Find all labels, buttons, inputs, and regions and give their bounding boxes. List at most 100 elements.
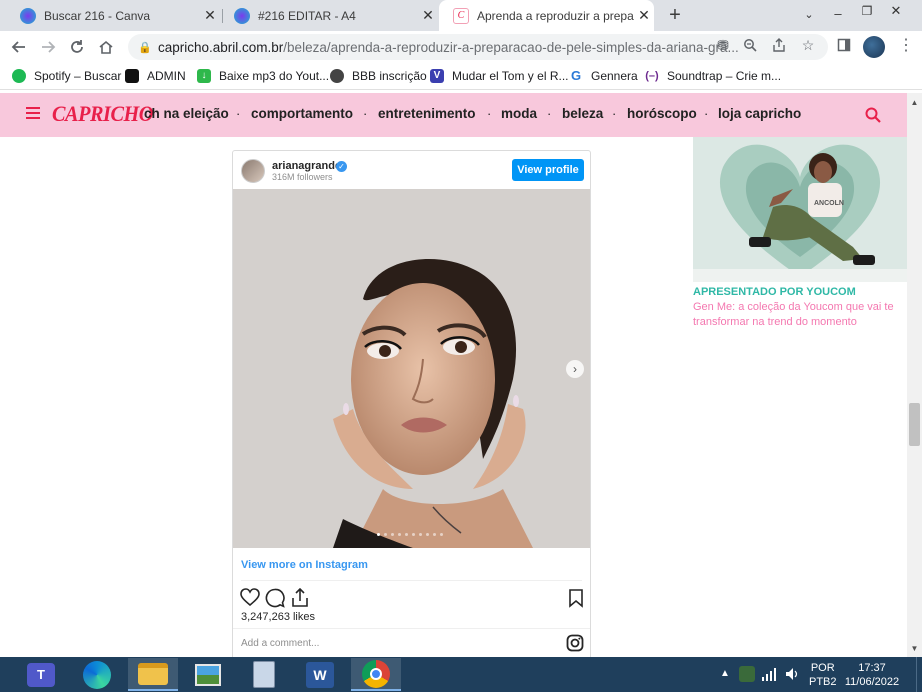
bookmark-label: BBB inscrição bbox=[352, 69, 427, 83]
bookmark-mp3[interactable]: ↓ Baixe mp3 do Yout... bbox=[197, 67, 329, 85]
forward-icon[interactable] bbox=[36, 35, 60, 59]
ad-sponsor[interactable]: APRESENTADO POR YOUCOM bbox=[693, 286, 856, 298]
chrome-icon[interactable] bbox=[351, 658, 401, 691]
tab-strip: Buscar 216 - Canva ✕ #216 EDITAR - A4 ✕ … bbox=[0, 0, 922, 31]
nav-loja-capricho[interactable]: loja capricho bbox=[718, 106, 801, 121]
cookie-blocked-icon[interactable]: ⛃ bbox=[712, 34, 734, 56]
tab-capricho-article[interactable]: C Aprenda a reproduzir a preparaç ✕ bbox=[439, 0, 654, 31]
close-icon[interactable]: ✕ bbox=[634, 7, 654, 24]
reload-icon[interactable] bbox=[65, 35, 89, 59]
heart-icon[interactable] bbox=[240, 588, 260, 608]
photos-icon[interactable] bbox=[183, 658, 233, 691]
bookmark-tom[interactable]: V Mudar el Tom y el R... bbox=[430, 67, 568, 85]
scroll-down-icon[interactable]: ▼ bbox=[907, 641, 922, 655]
capricho-logo[interactable]: CAPRICHO bbox=[52, 101, 153, 127]
bookmark-label: Spotify – Buscar bbox=[34, 69, 122, 83]
share-post-icon[interactable] bbox=[290, 587, 310, 608]
profile-avatar-icon[interactable] bbox=[863, 36, 885, 58]
close-icon[interactable]: ✕ bbox=[200, 7, 220, 24]
carousel-dot bbox=[398, 533, 401, 536]
bookmark-label: ADMIN bbox=[147, 69, 186, 83]
ad-title-link[interactable]: Gen Me: a coleção da Youcom que vai te t… bbox=[693, 300, 907, 330]
nav-moda[interactable]: moda bbox=[501, 106, 537, 121]
page-scrollbar[interactable]: ▲ ▼ bbox=[907, 93, 922, 657]
wifi-icon[interactable] bbox=[761, 666, 777, 685]
instagram-embed: arianagrande ✓ 316M followers View profi… bbox=[232, 150, 591, 657]
view-more-link[interactable]: View more on Instagram bbox=[241, 559, 368, 571]
nav-horoscopo[interactable]: horóscopo bbox=[627, 106, 697, 121]
nav-eleicao[interactable]: ch na eleição bbox=[144, 106, 229, 121]
lock-icon[interactable]: 🔒 bbox=[138, 41, 152, 54]
input-language[interactable]: POR PTB2 bbox=[809, 661, 837, 689]
share-icon[interactable] bbox=[768, 34, 790, 56]
tray-overflow-icon[interactable]: ▲ bbox=[720, 668, 730, 679]
nav-comportamento[interactable]: comportamento bbox=[251, 106, 353, 121]
carousel-dot bbox=[384, 533, 387, 536]
new-tab-button[interactable]: + bbox=[664, 4, 686, 26]
carousel-dot bbox=[377, 533, 380, 536]
file-explorer-icon[interactable] bbox=[128, 658, 178, 691]
word-icon[interactable]: W bbox=[295, 658, 345, 691]
instagram-followers: 316M followers bbox=[272, 172, 333, 182]
carousel-next-icon[interactable]: › bbox=[566, 360, 584, 378]
security-icon[interactable] bbox=[739, 666, 755, 682]
capricho-icon: C bbox=[453, 7, 469, 24]
show-desktop-button[interactable] bbox=[916, 657, 922, 692]
tab-canva-edit[interactable]: #216 EDITAR - A4 ✕ bbox=[220, 0, 438, 31]
volume-icon[interactable] bbox=[785, 666, 799, 685]
view-profile-button[interactable]: View profile bbox=[512, 159, 584, 181]
save-post-icon[interactable] bbox=[566, 588, 586, 608]
hamburger-menu-icon[interactable] bbox=[26, 107, 40, 119]
edge-icon[interactable] bbox=[72, 658, 122, 691]
page-content: arianagrande ✓ 316M followers View profi… bbox=[0, 137, 907, 657]
side-panel-icon[interactable] bbox=[833, 34, 855, 56]
browser-toolbar: 🔒 capricho.abril.com.br /beleza/aprenda-… bbox=[0, 31, 922, 63]
minimize-icon[interactable]: – bbox=[830, 6, 846, 22]
nav-separator: · bbox=[547, 106, 552, 121]
bookmark-spotify[interactable]: Spotify – Buscar bbox=[12, 67, 121, 85]
scroll-up-icon[interactable]: ▲ bbox=[907, 95, 922, 109]
address-host: capricho.abril.com.br bbox=[158, 39, 284, 55]
nav-beleza[interactable]: beleza bbox=[562, 106, 603, 121]
zoom-icon[interactable] bbox=[739, 34, 761, 56]
canva-icon bbox=[234, 7, 250, 24]
scrollbar-thumb[interactable] bbox=[909, 403, 920, 446]
close-icon[interactable]: ✕ bbox=[418, 7, 438, 24]
nav-entretenimento[interactable]: entretenimento bbox=[378, 106, 476, 121]
teams-icon[interactable]: T bbox=[16, 658, 66, 691]
search-icon[interactable] bbox=[865, 107, 881, 123]
instagram-logo-icon[interactable] bbox=[566, 634, 584, 652]
divider bbox=[241, 580, 582, 581]
bookmark-admin[interactable]: ADMIN bbox=[125, 67, 186, 85]
comment-icon[interactable] bbox=[265, 588, 285, 608]
tab-search-icon[interactable]: ⌄ bbox=[800, 8, 818, 24]
back-icon[interactable] bbox=[7, 35, 31, 59]
restore-icon[interactable]: ❐ bbox=[859, 4, 875, 20]
nav-separator: · bbox=[612, 106, 617, 121]
address-path: /beleza/aprenda-a-reproduzir-a-preparaca… bbox=[283, 39, 739, 55]
verified-badge-icon: ✓ bbox=[336, 161, 347, 172]
site-header: CAPRICHO ch na eleição · comportamento ·… bbox=[0, 93, 907, 137]
ad-shirt-text: ANCOLN bbox=[814, 200, 844, 207]
bookmark-star-icon[interactable]: ☆ bbox=[797, 34, 819, 56]
carousel-dot bbox=[412, 533, 415, 536]
calculator-icon[interactable] bbox=[239, 658, 289, 691]
menu-kebab-icon[interactable]: ⋮ bbox=[895, 34, 917, 56]
home-icon[interactable] bbox=[94, 35, 118, 59]
avatar[interactable] bbox=[241, 159, 265, 183]
tab-canva-search[interactable]: Buscar 216 - Canva ✕ bbox=[6, 0, 220, 31]
window-close-icon[interactable]: ✕ bbox=[888, 3, 904, 19]
ad-image[interactable]: ANCOLN bbox=[693, 137, 907, 282]
carousel-indicator bbox=[377, 533, 443, 536]
soundtrap-icon: (–) bbox=[645, 70, 659, 82]
instagram-username[interactable]: arianagrande bbox=[272, 160, 341, 172]
tab-label: Aprenda a reproduzir a preparaç bbox=[477, 8, 634, 23]
nav-separator: · bbox=[363, 106, 368, 121]
clock[interactable]: 17:37 11/06/2022 bbox=[836, 661, 908, 689]
instagram-photo[interactable]: › bbox=[233, 189, 590, 548]
bookmark-gennera[interactable]: G Gennera bbox=[569, 67, 638, 85]
bookmark-label: Gennera bbox=[591, 69, 638, 83]
comment-input[interactable]: Add a comment... bbox=[241, 638, 319, 649]
bookmark-bbb[interactable]: BBB inscrição bbox=[330, 67, 427, 85]
bookmark-soundtrap[interactable]: (–) Soundtrap – Crie m... bbox=[645, 67, 781, 85]
